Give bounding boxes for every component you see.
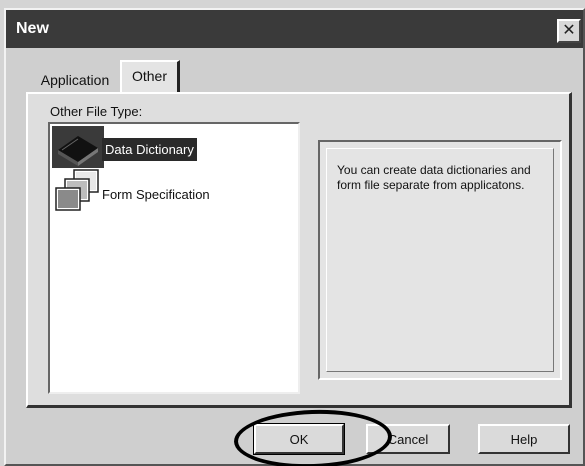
- book-icon: [52, 126, 104, 173]
- title-bar: New ✕: [6, 10, 583, 48]
- new-dialog: New ✕ Application Other Other File Type:: [4, 8, 585, 466]
- data-dictionary-label: Data Dictionary: [102, 138, 197, 161]
- list-item-form-specification[interactable]: Form Specification: [52, 168, 210, 221]
- form-specification-label: Form Specification: [102, 187, 210, 202]
- tab-application-label: Application: [40, 72, 110, 88]
- close-button[interactable]: ✕: [557, 19, 581, 43]
- stacked-forms-icon: [52, 168, 102, 221]
- file-type-list[interactable]: Data Dictionary Form Specification: [48, 122, 300, 394]
- description-box: You can create data dictionaries and for…: [318, 140, 562, 380]
- tab-application[interactable]: Application: [30, 68, 120, 92]
- close-icon: ✕: [562, 22, 576, 39]
- dialog-title: New: [16, 20, 49, 37]
- tab-other[interactable]: Other: [120, 60, 180, 93]
- ok-highlight-circle: [233, 407, 393, 466]
- list-item-data-dictionary[interactable]: Data Dictionary: [52, 126, 197, 173]
- description-text: You can create data dictionaries and for…: [326, 148, 554, 372]
- help-button[interactable]: Help: [478, 424, 570, 454]
- other-file-type-label: Other File Type:: [50, 104, 143, 119]
- cancel-button-label: Cancel: [387, 431, 429, 447]
- tab-panel-other: Other File Type: Data Dictionary Form Sp…: [26, 92, 572, 408]
- tab-other-label: Other: [131, 68, 167, 84]
- help-button-label: Help: [510, 431, 538, 447]
